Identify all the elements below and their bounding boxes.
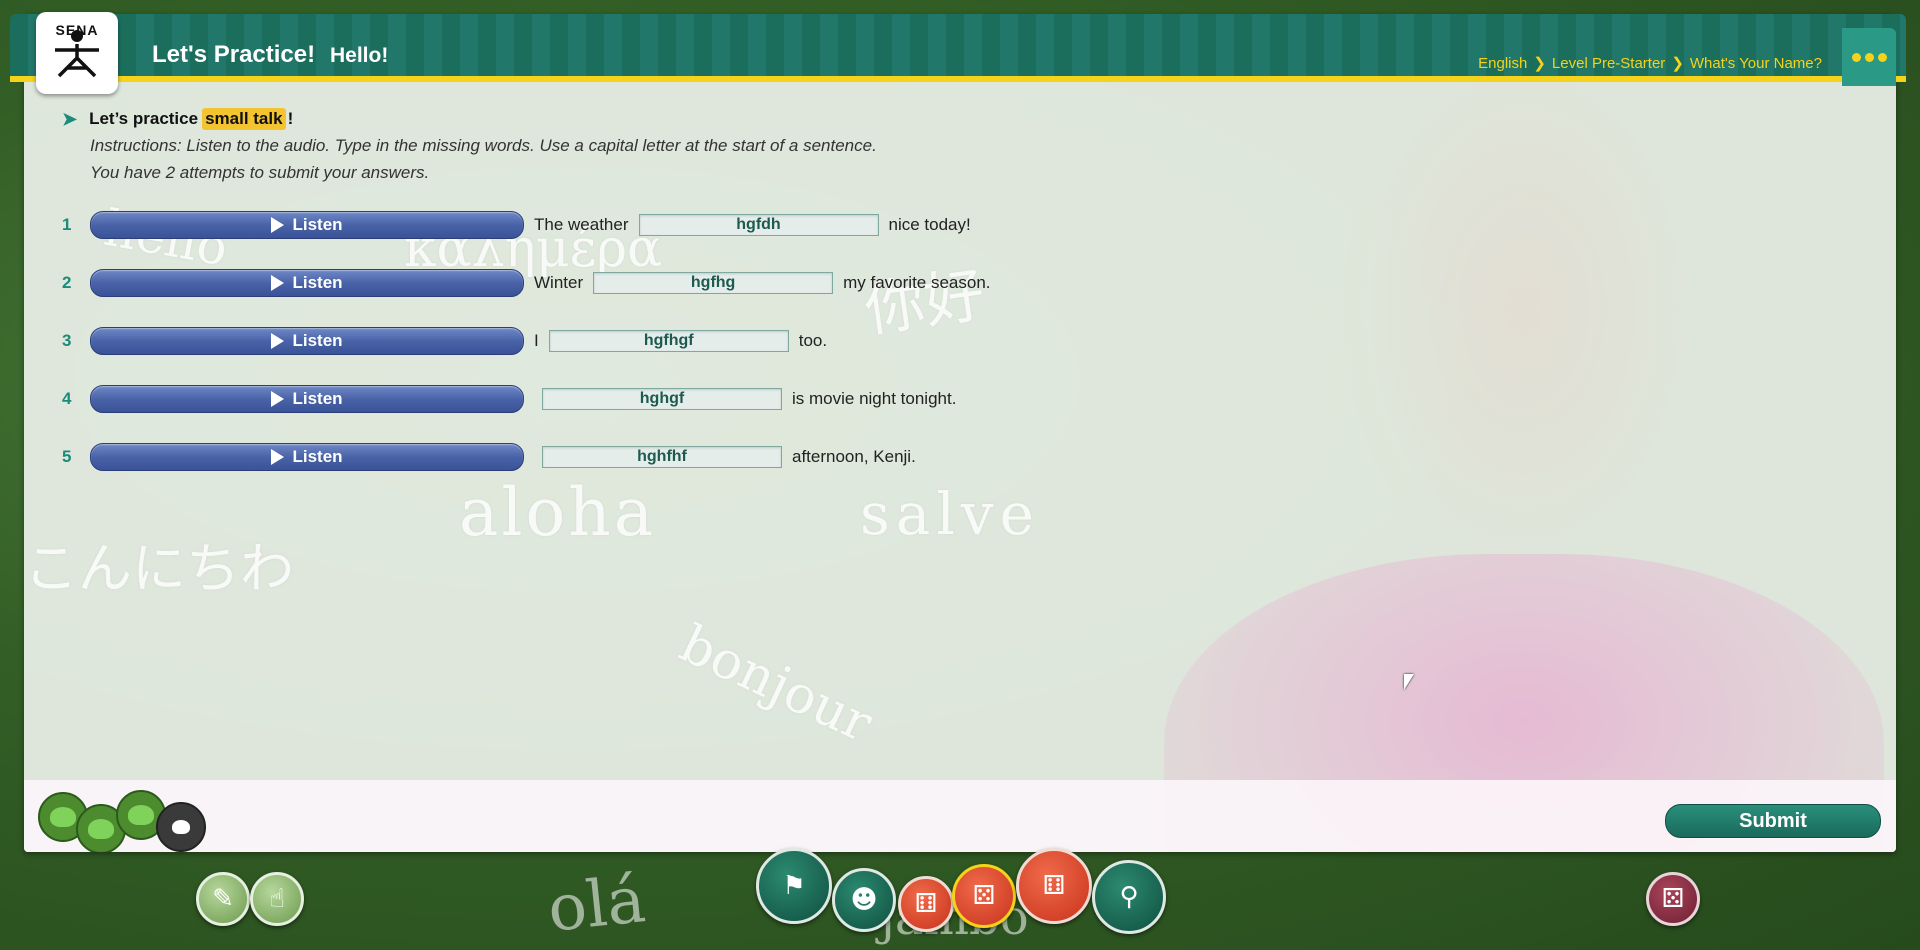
more-menu-button[interactable] <box>1842 28 1896 86</box>
pilot-icon[interactable]: ☻ <box>832 868 896 932</box>
panel-footer: Submit <box>24 780 1896 852</box>
listen-label: Listen <box>292 331 343 350</box>
answer-input-1[interactable] <box>638 214 879 236</box>
exercise-panel: hello καλημέρα 你好 aloha salve こんにちわ bonj… <box>24 14 1896 852</box>
chat-bubble-avatar <box>156 802 206 852</box>
row-number: 2 <box>62 273 72 292</box>
touch-icon[interactable]: ☝ <box>250 872 304 926</box>
listen-button-1[interactable]: Listen <box>90 211 524 239</box>
heading-highlight: small talk <box>202 108 286 130</box>
listen-button-2[interactable]: Listen <box>90 269 524 297</box>
breadcrumb-english[interactable]: English <box>1478 55 1527 72</box>
app-header: Let's Practice! Hello! English ❯ Level P… <box>10 14 1906 86</box>
menu-dot <box>1864 52 1874 62</box>
page-subtitle: Hello! <box>330 44 389 67</box>
sentence-after: is movie night tonight. <box>792 389 957 408</box>
chalk-word-aloha: aloha <box>459 474 657 551</box>
dice-icon[interactable]: ⚄ <box>952 864 1016 928</box>
sentence-before: Winter <box>534 273 584 292</box>
chevron-right-icon: ➤ <box>62 108 78 129</box>
listen-label: Listen <box>292 389 343 408</box>
listen-button-3[interactable]: Listen <box>90 327 524 355</box>
play-icon <box>271 449 285 465</box>
chevron-right-icon: ❯ <box>1533 55 1546 72</box>
play-icon <box>271 275 285 291</box>
exercise-heading: ➤ Let’s practice small talk ! <box>62 108 293 130</box>
menu-dot <box>1851 52 1861 62</box>
sentence-after: my favorite season. <box>843 273 991 292</box>
row-number: 4 <box>62 389 72 408</box>
instructions-line-1: Instructions: Listen to the audio. Type … <box>90 136 877 155</box>
answer-input-4[interactable] <box>542 388 782 410</box>
page-title: Let's Practice! <box>152 41 316 68</box>
breadcrumb: English ❯ Level Pre-Starter ❯ What's You… <box>1478 54 1822 73</box>
chalk-word-chinese: 你好 <box>860 259 990 346</box>
submit-button[interactable]: Submit <box>1665 804 1881 838</box>
play-icon <box>271 217 285 233</box>
listen-label: Listen <box>292 447 343 466</box>
breadcrumb-level[interactable]: Level Pre-Starter <box>1552 55 1665 72</box>
breadcrumb-lesson[interactable]: What's Your Name? <box>1690 55 1822 72</box>
dice-stack-icon[interactable]: ⚅ <box>1016 848 1092 924</box>
heading-suffix: ! <box>287 109 294 128</box>
listen-button-4[interactable]: Listen <box>90 385 524 413</box>
sentence-before: I <box>534 331 539 350</box>
background-photo-face <box>1334 74 1714 594</box>
menu-dot <box>1877 52 1887 62</box>
row-number: 5 <box>62 447 72 466</box>
instructions-line-2: You have 2 attempts to submit your answe… <box>90 163 430 182</box>
chalk-word-bonjour: bonjour <box>670 613 882 755</box>
sentence-after: too. <box>798 331 828 350</box>
listen-label: Listen <box>292 215 343 234</box>
sena-logo: SENA <box>36 12 118 94</box>
row-number: 3 <box>62 331 72 350</box>
exercise-row-5: 5 Listen afternoon, Kenji. <box>62 443 926 471</box>
sentence-after: nice today! <box>888 215 971 234</box>
answer-input-5[interactable] <box>542 446 782 468</box>
listen-button-5[interactable]: Listen <box>90 443 524 471</box>
search-help-icon[interactable]: ⚲ <box>1092 860 1166 934</box>
answer-input-2[interactable] <box>593 272 834 294</box>
sentence-after: afternoon, Kenji. <box>792 447 916 466</box>
play-icon <box>271 391 285 407</box>
mouse-cursor <box>1404 674 1414 690</box>
heading-prefix: Let’s practice <box>89 109 199 128</box>
row-number: 1 <box>62 215 72 234</box>
listen-label: Listen <box>292 273 343 292</box>
exercise-row-2: 2 Listen Winter my favorite season. <box>62 269 1001 297</box>
chalk-word-japanese: こんにちわ <box>24 537 294 600</box>
die-icon[interactable]: ⚅ <box>898 876 954 932</box>
pencil-icon[interactable]: ✎ <box>196 872 250 926</box>
exercise-row-4: 4 Listen is movie night tonight. <box>62 385 966 413</box>
play-icon <box>271 333 285 349</box>
sentence-before: The weather <box>534 215 629 234</box>
chevron-right-icon: ❯ <box>1671 55 1684 72</box>
logo-text: SENA <box>55 22 99 38</box>
flag-icon[interactable]: ⚑ <box>756 848 832 924</box>
dice-settings-icon[interactable]: ⚄ <box>1646 872 1700 926</box>
answer-input-3[interactable] <box>548 330 789 352</box>
chalk-word-salve: salve <box>860 480 1040 548</box>
exercise-row-1: 1 Listen The weather nice today! <box>62 211 981 239</box>
exercise-row-3: 3 Listen I too. <box>62 327 837 355</box>
